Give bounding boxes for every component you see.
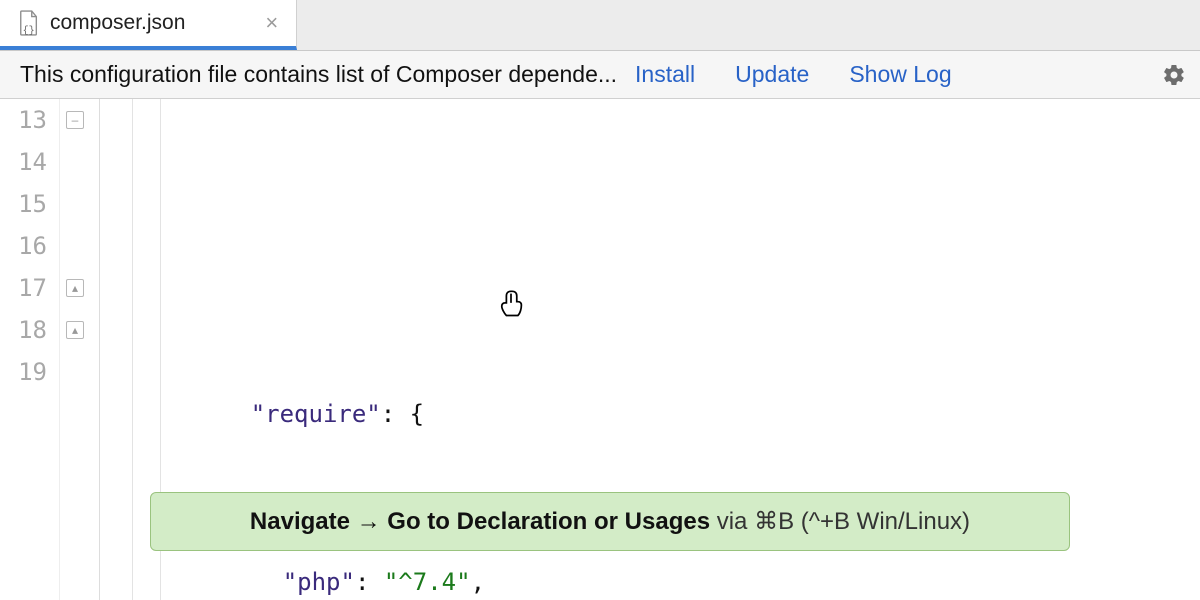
svg-text:{}: {} — [23, 25, 35, 36]
line-number: 19 — [0, 351, 47, 393]
fold-marker-close-icon[interactable]: ▴ — [66, 321, 84, 339]
line-number: 13 — [0, 99, 47, 141]
show-log-link[interactable]: Show Log — [849, 61, 951, 88]
line-number: 18 — [0, 309, 47, 351]
editor-tab-composer-json[interactable]: {} composer.json × — [0, 0, 297, 50]
line-number-gutter: 13141516171819 — [0, 99, 60, 600]
json-file-icon: {} — [18, 10, 40, 36]
mouse-pointer-icon — [410, 247, 438, 277]
editor-tab-bar: {} composer.json × — [0, 0, 1200, 51]
fold-marker-open-icon[interactable]: – — [66, 111, 84, 129]
composer-notification-bar: This configuration file contains list of… — [0, 51, 1200, 99]
line-number: 15 — [0, 183, 47, 225]
line-number: 17 — [0, 267, 47, 309]
gear-icon[interactable] — [1162, 63, 1186, 87]
shortcut-tip-banner: Navigate → Go to Declaration or Usages v… — [150, 492, 1070, 551]
line-number: 16 — [0, 225, 47, 267]
tip-action: Navigate → Go to Declaration or Usages — [250, 508, 710, 535]
tip-shortcut: via ⌘B (^+B Win/Linux) — [710, 508, 970, 535]
tab-close-button[interactable]: × — [265, 12, 278, 34]
line-number: 14 — [0, 141, 47, 183]
notification-message: This configuration file contains list of… — [20, 61, 617, 88]
tab-filename: composer.json — [50, 11, 185, 35]
code-line: "require": { — [132, 351, 1200, 393]
fold-marker-close-icon[interactable]: ▴ — [66, 279, 84, 297]
fold-gutter: – ▴ ▴ — [60, 99, 100, 600]
install-link[interactable]: Install — [635, 61, 695, 88]
update-link[interactable]: Update — [735, 61, 809, 88]
